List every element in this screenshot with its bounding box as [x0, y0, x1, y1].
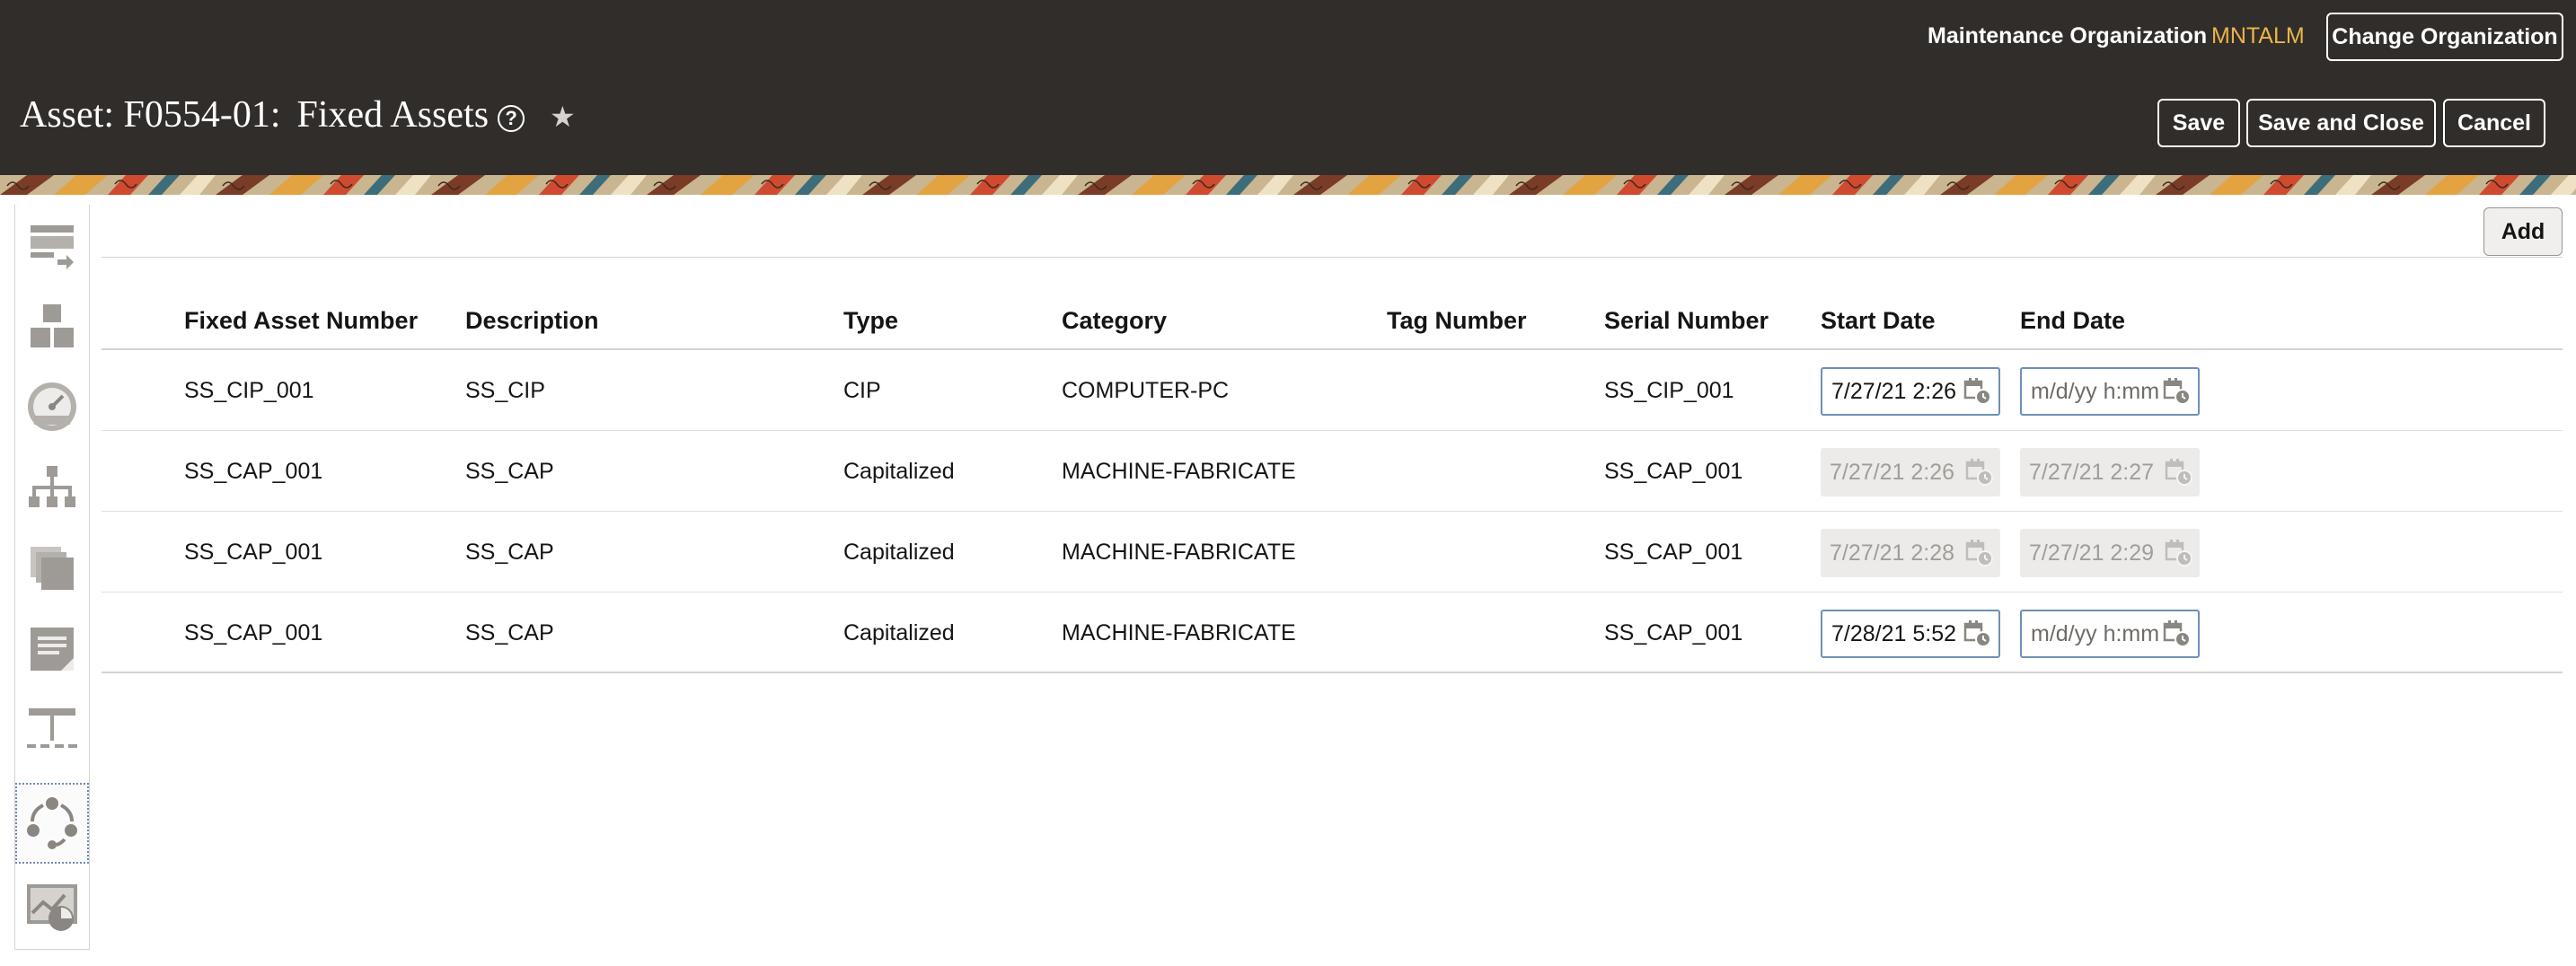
cell-serial-number: SS_CAP_001: [1604, 459, 1743, 484]
calendar-clock-icon[interactable]: [2162, 619, 2192, 649]
cell-serial-number: SS_CAP_001: [1604, 620, 1743, 645]
cell-category: MACHINE-FABRICATE: [1062, 459, 1296, 484]
page-header: Maintenance Organization MNTALM Change O…: [0, 0, 2576, 175]
cell-description: SS_CAP: [465, 540, 554, 565]
cell-fixed-asset-number: SS_CAP_001: [184, 620, 323, 645]
cancel-button[interactable]: Cancel: [2443, 99, 2545, 147]
start-date-input: 7/27/21 2:26: [1821, 448, 2000, 496]
structure-icon: [31, 304, 74, 347]
cell-description: SS_CIP: [465, 378, 545, 403]
sidebar-item-documents[interactable]: [15, 528, 89, 609]
lifecycle-icon: [27, 797, 77, 849]
cell-category: COMPUTER-PC: [1062, 378, 1230, 403]
sidebar-item-lifecycle[interactable]: [15, 783, 89, 864]
start-date-value[interactable]: 7/28/21 5:52: [1822, 621, 1963, 647]
calendar-clock-icon: [1964, 457, 1995, 487]
cell-type: CIP: [843, 378, 881, 403]
sidebar-item-notes[interactable]: [15, 609, 89, 689]
sidebar-item-analytics[interactable]: [15, 867, 89, 948]
save-and-close-button[interactable]: Save and Close: [2246, 99, 2436, 147]
end-date-value: 7/27/21 2:29: [2029, 540, 2155, 566]
column-header-type[interactable]: Type: [843, 307, 898, 335]
start-date-input[interactable]: 7/28/21 5:52: [1821, 610, 2000, 658]
cell-type: Capitalized: [843, 540, 955, 565]
start-date-value: 7/27/21 2:28: [1830, 540, 1955, 566]
cell-serial-number: SS_CAP_001: [1604, 540, 1743, 565]
end-date-placeholder[interactable]: m/d/yy h:mm: [2022, 621, 2162, 647]
column-header-tag-number[interactable]: Tag Number: [1387, 307, 1527, 335]
side-navigation: [14, 205, 90, 950]
cell-category: MACHINE-FABRICATE: [1062, 620, 1296, 645]
end-date-input: 7/27/21 2:29: [2020, 529, 2200, 577]
cell-type: Capitalized: [843, 620, 955, 645]
documents-icon: [31, 547, 74, 590]
calendar-clock-icon[interactable]: [1963, 376, 1993, 407]
decorative-banner: [0, 175, 2576, 195]
cell-description: SS_CAP: [465, 620, 554, 645]
start-date-input: 7/27/21 2:28: [1821, 529, 2000, 577]
cell-fixed-asset-number: SS_CIP_001: [184, 378, 314, 403]
table-row[interactable]: SS_CIP_001 SS_CIP CIP COMPUTER-PC SS_CIP_001…: [101, 350, 2563, 431]
maintenance-org-value: MNTALM: [2211, 23, 2305, 48]
start-date-value[interactable]: 7/27/21 2:26: [1822, 379, 1963, 405]
cell-serial-number: SS_CIP_001: [1604, 378, 1734, 403]
end-date-input[interactable]: m/d/yy h:mm: [2020, 367, 2200, 416]
column-header-description[interactable]: Description: [465, 307, 599, 335]
cell-category: MACHINE-FABRICATE: [1062, 540, 1296, 565]
start-date-value: 7/27/21 2:26: [1830, 459, 1955, 485]
column-header-fixed-asset-number[interactable]: Fixed Asset Number: [184, 307, 418, 335]
save-button[interactable]: Save: [2157, 99, 2240, 147]
sidebar-item-relationships[interactable]: [15, 689, 89, 770]
fixed-assets-table: Fixed Asset Number Description Type Cate…: [101, 296, 2563, 673]
column-header-category[interactable]: Category: [1062, 307, 1167, 335]
meter-icon: [28, 382, 76, 431]
page-title-name: Fixed Assets: [296, 94, 490, 136]
notes-icon: [31, 628, 74, 671]
page-title-prefix: Asset: F0554-01:: [20, 94, 281, 136]
calendar-clock-icon[interactable]: [1963, 619, 1993, 649]
toolbar-divider: [101, 257, 2563, 258]
table-header-row: Fixed Asset Number Description Type Cate…: [101, 296, 2563, 350]
column-header-end-date[interactable]: End Date: [2020, 307, 2125, 335]
start-date-input[interactable]: 7/27/21 2:26: [1821, 367, 2000, 416]
cell-type: Capitalized: [843, 459, 955, 484]
sidebar-item-hierarchy[interactable]: [15, 447, 89, 528]
add-fixed-asset-button[interactable]: Add: [2483, 207, 2563, 256]
maintenance-org-label: Maintenance Organization: [1928, 23, 2208, 48]
table-row[interactable]: SS_CAP_001 SS_CAP Capitalized MACHINE-FABRI…: [101, 431, 2563, 512]
calendar-clock-icon[interactable]: [2162, 376, 2192, 407]
column-header-start-date[interactable]: Start Date: [1821, 307, 1936, 335]
end-date-placeholder[interactable]: m/d/yy h:mm: [2022, 379, 2162, 405]
column-header-serial-number[interactable]: Serial Number: [1604, 307, 1769, 335]
cell-fixed-asset-number: SS_CAP_001: [184, 540, 323, 565]
cell-description: SS_CAP: [465, 459, 554, 484]
help-icon[interactable]: ?: [498, 105, 525, 132]
hierarchy-icon: [29, 466, 75, 507]
end-date-input: 7/27/21 2:27: [2020, 448, 2200, 496]
end-date-input[interactable]: m/d/yy h:mm: [2020, 610, 2200, 658]
relationships-icon: [27, 708, 77, 748]
calendar-clock-icon: [2164, 538, 2194, 568]
table-row[interactable]: SS_CAP_001 SS_CAP Capitalized MACHINE-FABRI…: [101, 512, 2563, 593]
change-organization-button[interactable]: Change Organization: [2326, 13, 2563, 61]
calendar-clock-icon: [2164, 457, 2194, 487]
sidebar-item-basic-info[interactable]: [15, 205, 89, 285]
table-row[interactable]: SS_CAP_001 SS_CAP Capitalized MACHINE-FABRI…: [101, 593, 2563, 673]
page-title: Asset: F0554-01: Fixed Assets ? ★: [20, 93, 576, 136]
basic-info-icon: [31, 225, 74, 269]
calendar-clock-icon: [1964, 538, 1995, 568]
sidebar-item-structure[interactable]: [15, 285, 89, 366]
end-date-value: 7/27/21 2:27: [2029, 459, 2155, 485]
favorite-star-icon[interactable]: ★: [550, 100, 576, 134]
cell-fixed-asset-number: SS_CAP_001: [184, 459, 323, 484]
sidebar-item-meters[interactable]: [15, 366, 89, 447]
analytics-icon: [27, 884, 77, 931]
